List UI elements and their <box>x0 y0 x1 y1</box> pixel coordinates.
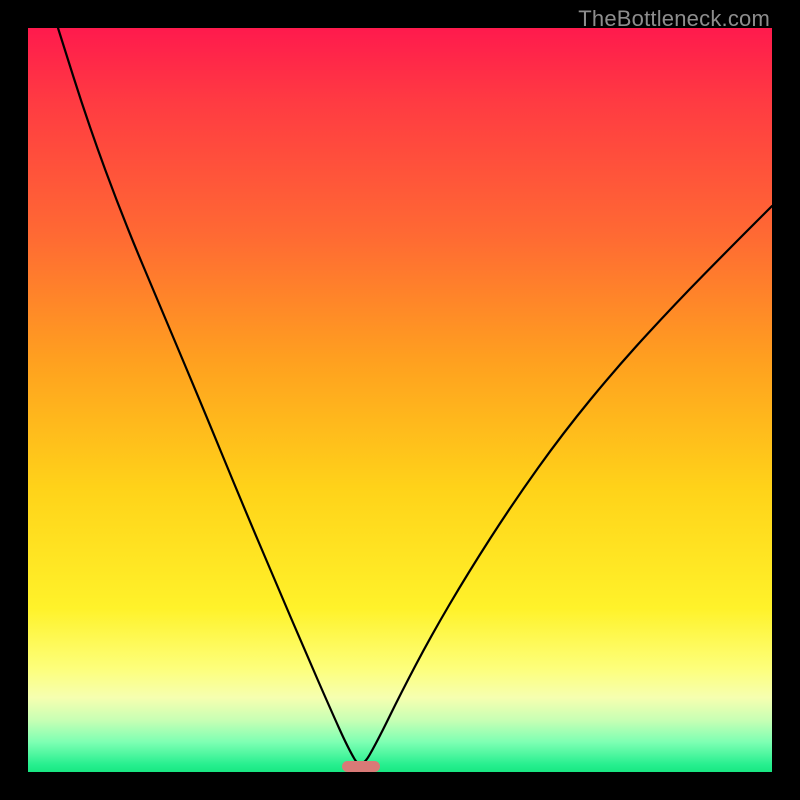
outer-frame: TheBottleneck.com <box>0 0 800 800</box>
bottleneck-curve <box>28 28 772 772</box>
apex-marker <box>342 761 380 772</box>
plot-area <box>28 28 772 772</box>
